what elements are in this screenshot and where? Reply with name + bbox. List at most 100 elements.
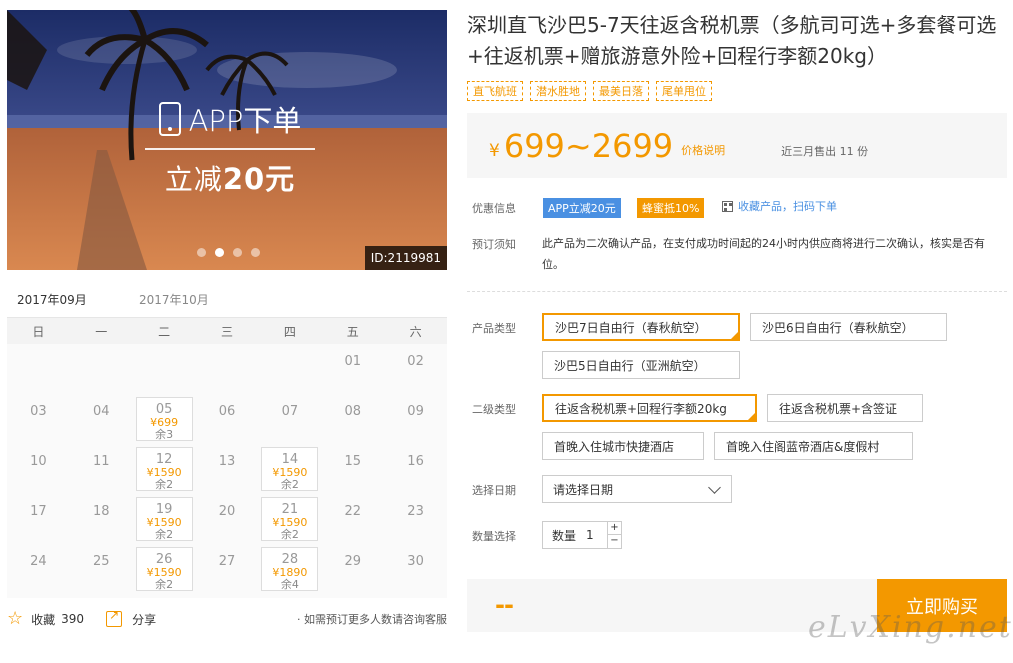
calendar-day: 08 [321, 394, 384, 444]
day-number: 12 [155, 452, 173, 467]
calendar-day-available[interactable]: 26 ¥1590 余2 [135, 547, 193, 591]
quantity-decrement-button[interactable]: − [607, 535, 621, 548]
day-number: 05 [155, 402, 173, 417]
day-number: 02 [407, 354, 424, 369]
calendar-day: 10 [7, 444, 70, 494]
sub-type-option[interactable]: 首晚入住城市快捷酒店 [542, 432, 704, 460]
promo-app-text: APP下单 [188, 104, 302, 138]
calendar-day-available[interactable]: 21 ¥1590 余2 [261, 497, 319, 541]
product-type-option[interactable]: 沙巴6日自由行（春秋航空） [750, 313, 947, 341]
day-number: 23 [407, 504, 424, 519]
app-discount-badge: APP立减20元 [543, 198, 621, 218]
calendar-day-available[interactable]: 19 ¥1590 余2 [135, 497, 193, 541]
day-number: 20 [218, 504, 236, 519]
currency-symbol: ¥ [489, 140, 500, 161]
date-label: 选择日期 [472, 484, 516, 497]
day-number: 29 [344, 554, 361, 569]
product-type-label: 产品类型 [472, 322, 516, 335]
day-number: 14 [281, 452, 299, 467]
day-number: 26 [155, 552, 173, 567]
calendar-day: 11 [70, 444, 133, 494]
favorite-button[interactable]: ☆ 收藏 390 [7, 610, 84, 628]
booking-notice-label: 预订须知 [472, 238, 516, 251]
sub-type-option[interactable]: 首晚入住阁蓝帝酒店&度假村 [714, 432, 913, 460]
calendar-day: 18 [70, 494, 133, 544]
tab-month-oct[interactable]: 2017年10月 [139, 291, 209, 318]
quantity-value[interactable]: 1 [586, 528, 594, 542]
calendar-month-tabs: 2017年09月 2017年10月 [7, 288, 447, 321]
carousel-dot[interactable] [215, 248, 224, 257]
consult-service-link[interactable]: · 如需预订更多人数请咨询客服 [297, 611, 447, 627]
calendar-day [70, 344, 133, 394]
day-number: 30 [407, 554, 424, 569]
weekday-label: 四 [283, 324, 296, 339]
mobile-phone-icon [158, 102, 181, 136]
sub-type-option[interactable]: 往返含税机票+含签证 [767, 394, 923, 422]
calendar-day: 09 [384, 394, 447, 444]
price-explain-link[interactable]: 价格说明 [681, 142, 725, 158]
calendar-day: 22 [321, 494, 384, 544]
day-number: 25 [93, 554, 110, 569]
quantity-increment-button[interactable]: + [607, 522, 621, 535]
promo-discount-prefix: 立减 [164, 163, 223, 196]
carousel-dot[interactable] [251, 248, 260, 257]
calendar-day: 16 [384, 444, 447, 494]
product-type-option[interactable]: 沙巴7日自由行（春秋航空） [542, 313, 740, 341]
calendar-day-available[interactable]: 05 ¥699 余3 [135, 397, 193, 441]
share-button[interactable]: 分享 [106, 608, 157, 628]
honey-discount-badge: 蜂蜜抵10% [637, 198, 705, 218]
day-number: 13 [218, 454, 236, 469]
calendar-grid: 01 02 03 04 05 ¥699 余3 06 07 08 09 10 11 12 ¥1590 余2 13 1… [7, 344, 447, 594]
quantity-field-label: 数量 [552, 528, 577, 543]
calendar-day: 29 [321, 544, 384, 594]
weekday-label: 五 [346, 324, 359, 339]
sub-type-option[interactable]: 往返含税机票+回程行李额20kg [542, 394, 757, 422]
carousel-dot[interactable] [197, 248, 206, 257]
calendar-day: 03 [7, 394, 70, 444]
hero-carousel[interactable]: APP下单 立减20元 ID:2119981 [7, 10, 447, 270]
favorite-scan-link[interactable]: 收藏产品，扫码下单 [722, 198, 837, 214]
calendar-day: 01 [321, 344, 384, 394]
product-id-tag: ID:2119981 [364, 246, 447, 270]
tab-month-sep[interactable]: 2017年09月 [17, 291, 87, 321]
calendar-day-available[interactable]: 28 ¥1890 余4 [261, 547, 319, 591]
quantity-label: 数量选择 [472, 530, 516, 543]
product-type-option[interactable]: 沙巴5日自由行（亚洲航空） [542, 351, 740, 379]
calendar-day: 20 [196, 494, 259, 544]
day-remaining: 余3 [155, 428, 174, 441]
share-label: 分享 [132, 612, 157, 627]
day-number: 10 [30, 454, 47, 469]
favorite-scan-text: 收藏产品，扫码下单 [738, 200, 837, 213]
product-actions: ☆ 收藏 390 分享 · 如需预订更多人数请咨询客服 [7, 606, 447, 632]
day-remaining: 余2 [280, 528, 299, 541]
calendar-day [258, 344, 321, 394]
day-number: 24 [30, 554, 47, 569]
app-promo-overlay: APP下单 立减20元 [145, 98, 315, 198]
product-tag: 直飞航班 [467, 81, 523, 101]
price-range: 699~2699 [503, 126, 674, 165]
day-number: 11 [93, 454, 110, 469]
day-number: 21 [281, 502, 299, 517]
day-number: 08 [344, 404, 361, 419]
calendar-day-available[interactable]: 12 ¥1590 余2 [135, 447, 193, 491]
carousel-dot[interactable] [233, 248, 242, 257]
day-number: 17 [30, 504, 47, 519]
price-panel: ¥ 699~2699 价格说明 近三月售出 11 份 [467, 113, 1007, 178]
weekday-label: 六 [409, 324, 422, 339]
day-remaining: 余2 [280, 478, 299, 491]
calendar-day: 17 [7, 494, 70, 544]
product-title: 深圳直飞沙巴5-7天往返含税机票（多航司可选+多套餐可选+往返机票+赠旅游意外险… [467, 13, 997, 68]
weekday-label: 日 [32, 324, 45, 339]
calendar-day: 04 [70, 394, 133, 444]
calendar-day-available[interactable]: 14 ¥1590 余2 [261, 447, 319, 491]
day-number: 01 [344, 354, 361, 369]
day-number: 18 [93, 504, 110, 519]
weekday-label: 一 [95, 324, 108, 339]
calendar-day: 24 [7, 544, 70, 594]
day-number: 28 [281, 552, 299, 567]
day-remaining: 余2 [155, 478, 174, 491]
calendar-day: 07 [258, 394, 321, 444]
date-select[interactable]: 请选择日期 [542, 475, 732, 503]
favorite-count: 390 [61, 612, 85, 626]
carousel-dots [197, 248, 260, 257]
